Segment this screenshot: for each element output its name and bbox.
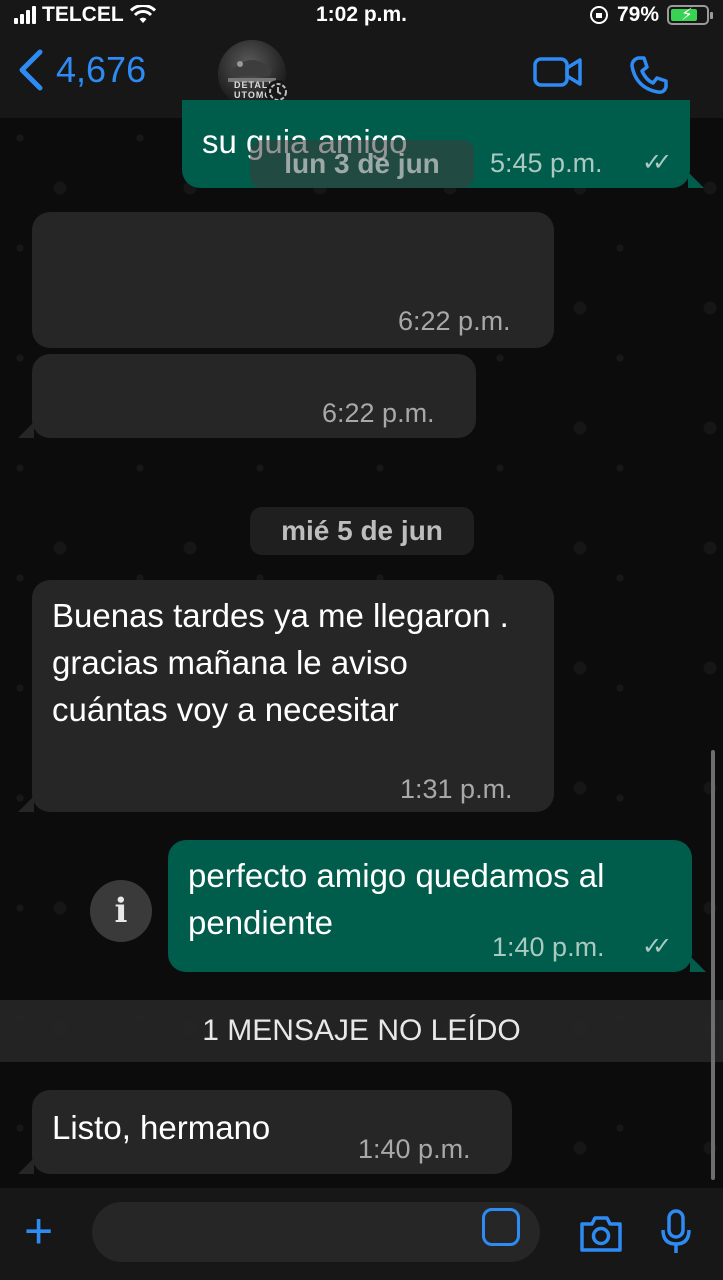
message-time: 1:40 p.m.	[358, 1134, 471, 1164]
message-bubble-incoming[interactable]: 6:22 p.m.	[32, 354, 476, 438]
date-separator: mié 5 de jun	[250, 507, 474, 555]
camera-icon[interactable]	[578, 1214, 624, 1254]
back-button[interactable]: 4,676	[16, 48, 146, 92]
sticker-icon[interactable]	[482, 1208, 520, 1246]
message-bubble-outgoing[interactable]: perfecto amigo quedamos al pendiente 1:4…	[168, 840, 692, 972]
message-text: Buenas tardes ya me llegaron . gracias m…	[52, 597, 509, 728]
phone-icon[interactable]	[628, 54, 670, 96]
message-time: 1:40 p.m.	[492, 932, 605, 962]
read-receipt-icon: ✓✓	[642, 933, 672, 960]
microphone-icon[interactable]	[660, 1208, 692, 1256]
message-bubble-incoming[interactable]: 6:22 p.m.	[32, 212, 554, 348]
battery-icon: ⚡	[667, 5, 713, 25]
date-separator: lun 3 de jun	[250, 140, 474, 188]
battery-group: 79% ⚡	[589, 3, 713, 27]
video-camera-icon[interactable]	[532, 54, 584, 90]
status-bar: TELCEL 1:02 p.m. 79% ⚡	[0, 0, 723, 30]
read-receipt-icon: ✓✓	[642, 149, 672, 176]
message-bubble-incoming[interactable]: Listo, hermano 1:40 p.m.	[32, 1090, 512, 1174]
message-bubble-incoming[interactable]: Buenas tardes ya me llegaron . gracias m…	[32, 580, 554, 812]
info-icon[interactable]: i	[90, 880, 152, 942]
unread-chats-count: 4,676	[56, 49, 147, 90]
message-input[interactable]	[92, 1202, 540, 1262]
message-time: 5:45 p.m.	[490, 148, 603, 178]
message-time: 6:22 p.m.	[322, 398, 435, 428]
message-text: Listo, hermano	[52, 1109, 271, 1146]
scrollbar[interactable]	[711, 750, 715, 1180]
message-time: 6:22 p.m.	[398, 306, 511, 336]
plus-icon[interactable]: +	[24, 1206, 53, 1256]
message-time: 1:31 p.m.	[400, 774, 513, 804]
unread-messages-banner: 1 MENSAJE NO LEÍDO	[0, 1000, 723, 1062]
battery-percent: 79%	[616, 3, 659, 26]
orientation-lock-icon	[589, 6, 608, 24]
chevron-left-icon	[19, 49, 43, 91]
